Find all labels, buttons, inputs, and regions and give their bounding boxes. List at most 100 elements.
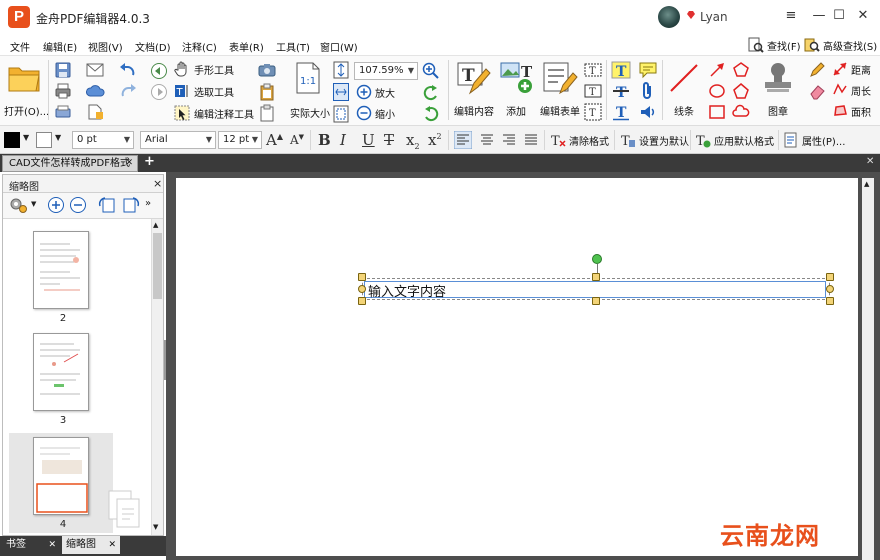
line-width-select[interactable]: 0 pt ▼ — [72, 131, 134, 149]
text-color-swatch[interactable] — [4, 132, 20, 148]
bookmarks-tab[interactable]: 书签 ✕ — [2, 536, 60, 554]
resize-handle-top[interactable] — [592, 273, 600, 281]
thumbnail-page[interactable]: 3 — [33, 333, 93, 426]
print-icon[interactable] — [54, 82, 72, 100]
scroll-up-icon[interactable]: ▲ — [864, 180, 869, 188]
typewriter-text-icon[interactable]: T — [611, 61, 631, 79]
font-family-select[interactable]: Arial ▼ — [140, 131, 216, 149]
zoom-in-button[interactable]: 放大 — [356, 84, 395, 100]
cloud-shape-icon[interactable] — [732, 103, 750, 121]
bold-icon[interactable]: B — [318, 131, 331, 149]
sticky-note-icon[interactable] — [638, 61, 658, 79]
document-page[interactable] — [176, 178, 858, 556]
chevron-down-icon[interactable]: ▼ — [55, 133, 61, 142]
fit-visible-icon[interactable] — [333, 105, 349, 123]
text-field-icon[interactable]: T — [584, 61, 602, 79]
menu-window[interactable]: 窗口(W) — [320, 39, 358, 54]
menu-comment[interactable]: 注释(C) — [182, 39, 217, 54]
thumbnails-tab[interactable]: 缩略图 ✕ — [62, 536, 120, 554]
zoom-level-select[interactable]: 107.59% ▼ — [354, 62, 418, 80]
menu-view[interactable]: 视图(V) — [88, 39, 123, 54]
polygon-shape-icon[interactable] — [732, 61, 750, 79]
apply-default-button[interactable]: T 应用默认格式 — [695, 132, 774, 148]
text-box-content[interactable]: 输入文字内容 — [368, 281, 446, 300]
rotate-page-left-icon[interactable] — [97, 196, 117, 214]
edit-annotation-tool-button[interactable]: 编辑注释工具 — [174, 105, 254, 121]
scroll-down-icon[interactable]: ▼ — [153, 523, 158, 531]
line-button[interactable]: 线条 — [664, 58, 704, 122]
strikeout-text-icon[interactable]: T — [611, 82, 631, 100]
rectangle-shape-icon[interactable] — [708, 103, 726, 121]
arrow-shape-icon[interactable] — [708, 61, 726, 79]
advanced-find-button[interactable]: 高级查找(S) — [804, 37, 877, 53]
thumbnail-zoom-in-icon[interactable] — [47, 196, 65, 214]
previous-page-icon[interactable] — [150, 62, 168, 80]
fill-color-swatch[interactable] — [36, 132, 52, 148]
rotate-clockwise-icon[interactable] — [422, 106, 440, 122]
align-right-icon[interactable] — [500, 131, 518, 149]
clear-format-button[interactable]: T 清除格式 — [550, 132, 609, 148]
menu-file[interactable]: 文件 — [10, 39, 30, 54]
underline-icon[interactable]: U — [362, 131, 375, 149]
thumbnail-zoom-out-icon[interactable] — [69, 196, 87, 214]
maximize-button[interactable]: ☐ — [826, 4, 852, 28]
thumbnail-page[interactable]: 2 — [33, 231, 93, 324]
thumbnail-scrollbar[interactable]: ▲ ▼ — [151, 219, 163, 535]
thumbnail-page-selected[interactable]: 4 — [33, 437, 93, 530]
underline-text-icon[interactable]: T — [611, 103, 631, 121]
close-button[interactable]: ✕ — [850, 4, 876, 28]
new-document-icon[interactable] — [86, 104, 106, 120]
close-icon[interactable]: ✕ — [48, 536, 56, 554]
add-button[interactable]: T 添加 — [498, 58, 538, 122]
subscript-icon[interactable]: x2 — [406, 131, 420, 151]
fit-width-icon[interactable] — [333, 83, 349, 101]
close-tab-icon[interactable]: ✕ — [125, 156, 133, 171]
stamp-button[interactable]: 图章 — [758, 58, 798, 122]
rotate-handle[interactable] — [592, 254, 602, 264]
ellipse-shape-icon[interactable] — [708, 82, 726, 100]
align-justify-icon[interactable] — [522, 131, 540, 149]
eraser-icon[interactable] — [808, 82, 826, 100]
panel-close-icon[interactable]: × — [153, 177, 162, 190]
decrease-font-icon[interactable]: A▼ — [290, 133, 304, 147]
hand-tool-button[interactable]: 手形工具 — [174, 61, 234, 77]
scroll-thumb[interactable] — [153, 233, 162, 299]
menu-document[interactable]: 文档(D) — [135, 39, 171, 54]
document-tab[interactable]: CAD文件怎样转成PDF格式 ✕ — [2, 155, 138, 172]
user-name[interactable]: Lyan — [700, 10, 728, 24]
actual-size-button[interactable]: 1:1 实际大小 — [288, 60, 330, 122]
area-tool-button[interactable]: 面积 — [832, 103, 871, 119]
save-icon[interactable] — [54, 61, 72, 79]
resize-handle-bottom-left[interactable] — [358, 297, 366, 305]
set-default-button[interactable]: T 设置为默认 — [620, 132, 689, 148]
edit-content-button[interactable]: T 编辑内容 — [452, 58, 496, 122]
rotate-counterclockwise-icon[interactable] — [422, 85, 440, 101]
open-button[interactable]: 打开(O)... — [2, 58, 49, 122]
menu-edit[interactable]: 编辑(E) — [43, 39, 77, 54]
next-page-icon[interactable] — [150, 83, 168, 101]
resize-handle-top-left[interactable] — [358, 273, 366, 281]
scroll-up-icon[interactable]: ▲ — [153, 221, 158, 229]
resize-handle-left[interactable] — [358, 285, 366, 293]
menu-icon[interactable]: ≡ — [778, 4, 804, 28]
document-scrollbar[interactable]: ▲ — [862, 178, 874, 560]
distance-tool-button[interactable]: 距离 — [832, 61, 871, 77]
menu-tools[interactable]: 工具(T) — [276, 39, 310, 54]
chevron-down-icon[interactable]: ▼ — [23, 133, 29, 142]
font-size-select[interactable]: 12 pt ▼ — [218, 131, 262, 149]
edit-form-button[interactable]: 编辑表单 — [538, 58, 582, 122]
zoom-in-dropdown-icon[interactable] — [422, 62, 440, 80]
italic-icon[interactable]: I — [340, 131, 346, 149]
properties-button[interactable]: 属性(P)... — [783, 132, 845, 148]
email-icon[interactable] — [86, 62, 106, 78]
fit-page-icon[interactable] — [333, 61, 349, 79]
close-all-tabs-icon[interactable]: ✕ — [866, 156, 874, 167]
align-left-icon[interactable] — [454, 131, 472, 149]
select-tool-button[interactable]: T 选取工具 — [174, 83, 234, 99]
superscript-icon[interactable]: x2 — [428, 131, 442, 149]
resize-handle-right[interactable] — [826, 285, 834, 293]
rotate-page-right-icon[interactable] — [121, 196, 141, 214]
user-avatar[interactable] — [658, 6, 680, 28]
close-icon[interactable]: ✕ — [108, 536, 116, 554]
resize-handle-bottom-right[interactable] — [826, 297, 834, 305]
